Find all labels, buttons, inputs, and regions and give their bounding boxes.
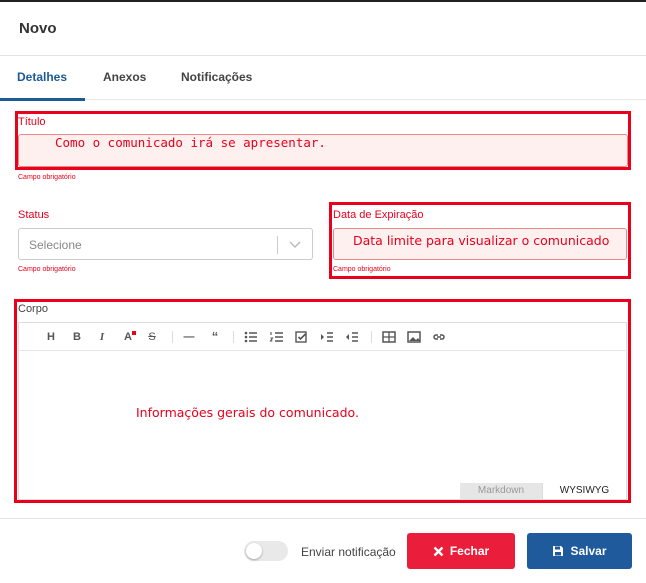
toggle-knob (246, 543, 262, 559)
tab-bar: Detalhes Anexos Notificações (0, 56, 646, 101)
close-button-label: Fechar (449, 544, 490, 558)
toolbar-separator (233, 331, 234, 343)
corpo-editor[interactable]: H B I A S — “ Informações gerais do comu… (18, 322, 627, 500)
italic-icon[interactable]: I (94, 329, 110, 345)
bullet-list-icon[interactable] (243, 329, 259, 345)
chevron-down-icon (289, 241, 301, 249)
tab-detalhes[interactable]: Detalhes (17, 70, 67, 84)
outdent-icon[interactable] (344, 329, 360, 345)
select-divider (277, 236, 278, 254)
horizontal-rule-icon[interactable]: — (181, 329, 197, 345)
link-icon[interactable] (431, 329, 447, 345)
editor-mode-bar: Markdown WYSIWYG (19, 483, 626, 499)
toolbar-separator (371, 331, 372, 343)
titulo-label: Título (18, 116, 46, 128)
quote-icon[interactable]: “ (207, 329, 223, 345)
heading-icon[interactable]: H (43, 329, 59, 345)
markdown-mode-tab[interactable]: Markdown (460, 483, 542, 499)
status-required-hint: Campo obrigatório (18, 266, 76, 273)
text-color-icon[interactable]: A (120, 329, 136, 345)
tab-anexos[interactable]: Anexos (103, 70, 146, 84)
save-icon (553, 546, 564, 556)
toolbar-separator (172, 331, 173, 343)
corpo-label: Corpo (18, 303, 48, 315)
dialog-footer: Enviar notificação Fechar Salvar (0, 518, 646, 583)
dialog-title: Novo (19, 20, 57, 37)
status-placeholder: Selecione (29, 238, 82, 252)
wysiwyg-mode-tab[interactable]: WYSIWYG (542, 483, 626, 499)
expiracao-annotation: Data limite para visualizar o comunicado (353, 233, 610, 248)
table-icon[interactable] (381, 329, 397, 345)
save-button-label: Salvar (570, 544, 607, 558)
editor-toolbar: H B I A S — “ (19, 323, 626, 351)
tab-notificacoes[interactable]: Notificações (181, 70, 252, 84)
status-select[interactable]: Selecione (18, 228, 313, 260)
strikethrough-icon[interactable]: S (144, 329, 160, 345)
notification-toggle[interactable] (244, 541, 288, 561)
image-icon[interactable] (406, 329, 422, 345)
titulo-required-hint: Campo obrigatório (18, 174, 76, 181)
notification-toggle-label: Enviar notificação (301, 545, 396, 559)
titulo-annotation: Como o comunicado irá se apresentar. (55, 135, 326, 150)
close-button[interactable]: Fechar (407, 533, 515, 569)
expiracao-label: Data de Expiração (333, 209, 424, 221)
corpo-annotation: Informações gerais do comunicado. (136, 405, 359, 420)
numbered-list-icon[interactable] (269, 329, 285, 345)
task-list-icon[interactable] (294, 329, 310, 345)
save-button[interactable]: Salvar (527, 533, 632, 569)
status-label: Status (18, 209, 50, 221)
close-icon (433, 546, 444, 556)
expiracao-required-hint: Campo obrigatório (333, 266, 391, 273)
dialog-header: Novo (0, 2, 646, 56)
indent-icon[interactable] (319, 329, 335, 345)
bold-icon[interactable]: B (69, 329, 85, 345)
active-tab-indicator (0, 98, 85, 101)
